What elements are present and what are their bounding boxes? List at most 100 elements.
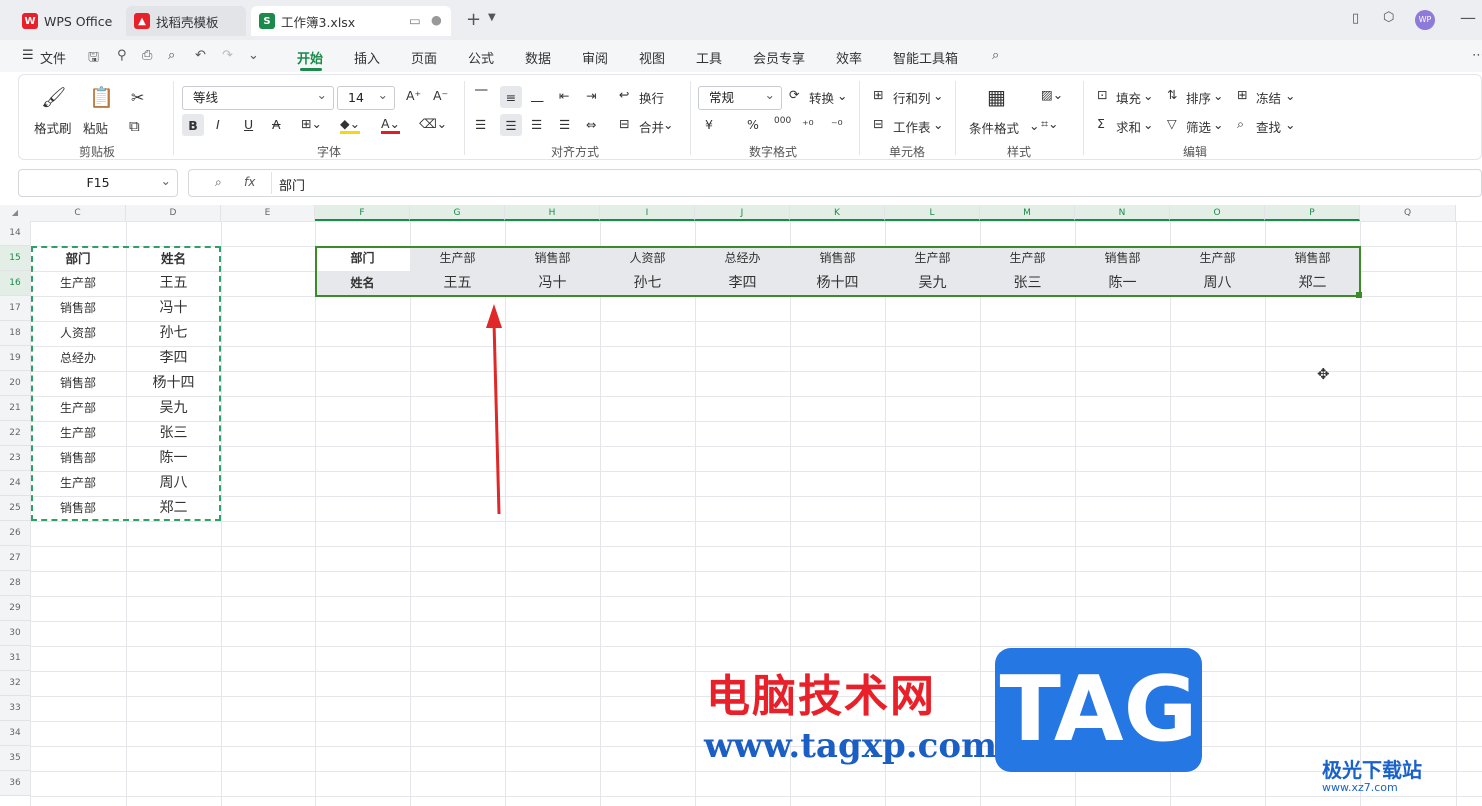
tab-wps-office[interactable]: W WPS Office bbox=[14, 6, 120, 36]
chevron-down-icon[interactable]: ⌄ bbox=[837, 88, 847, 103]
tab-workbook[interactable]: S 工作簿3.xlsx ▭ ● bbox=[251, 6, 451, 36]
column-header-q[interactable]: Q bbox=[1360, 205, 1456, 221]
column-header-e[interactable]: E bbox=[221, 205, 315, 221]
row-header-19[interactable]: 19 bbox=[0, 346, 30, 371]
row-header-20[interactable]: 20 bbox=[0, 371, 30, 396]
more-chevron-icon[interactable]: ⌄ bbox=[248, 48, 259, 63]
menu-home[interactable]: 开始 bbox=[297, 48, 323, 67]
font-color-icon[interactable]: A⌄ bbox=[381, 116, 401, 134]
row-header-31[interactable]: 31 bbox=[0, 646, 30, 671]
table-style-icon[interactable]: ⌗⌄ bbox=[1041, 116, 1059, 132]
cube-icon[interactable]: ⬡ bbox=[1383, 10, 1394, 25]
row-header-28[interactable]: 28 bbox=[0, 571, 30, 596]
conditional-format-button[interactable]: 条件格式 bbox=[969, 118, 1019, 137]
rows-cols-icon[interactable]: ⊞ bbox=[873, 87, 883, 102]
filter-button[interactable]: 筛选 bbox=[1186, 117, 1211, 136]
format-painter-button[interactable]: 格式刷 bbox=[34, 118, 72, 137]
tab-docer[interactable]: ▲ 找稻壳模板 bbox=[126, 6, 246, 36]
row-header-18[interactable]: 18 bbox=[0, 321, 30, 346]
convert-button[interactable]: 转换 bbox=[809, 88, 834, 107]
thousands-button[interactable]: 000 bbox=[774, 116, 791, 126]
chevron-down-icon[interactable]: ⌄ bbox=[1213, 117, 1223, 132]
column-header-f[interactable]: F bbox=[315, 205, 410, 221]
file-menu-icon[interactable]: ☰ bbox=[22, 48, 34, 63]
column-header-o[interactable]: O bbox=[1170, 205, 1265, 221]
rows-cols-button[interactable]: 行和列 bbox=[893, 88, 931, 107]
freeze-icon[interactable]: ⊞ bbox=[1237, 87, 1247, 102]
align-top-icon[interactable]: ⎺ bbox=[475, 88, 488, 104]
column-header-p[interactable]: P bbox=[1265, 205, 1360, 221]
row-header-30[interactable]: 30 bbox=[0, 621, 30, 646]
row-header-15[interactable]: 15 bbox=[0, 246, 30, 271]
clear-format-icon[interactable]: ⌫⌄ bbox=[419, 116, 447, 131]
sort-button[interactable]: 排序 bbox=[1186, 88, 1211, 107]
italic-icon[interactable]: I bbox=[216, 117, 220, 132]
more-icon[interactable]: ⋯ bbox=[1472, 48, 1482, 63]
menu-file[interactable]: 文件 bbox=[40, 48, 66, 67]
chevron-down-icon[interactable]: ⌄ bbox=[1143, 88, 1153, 103]
fx-icon[interactable]: fx bbox=[244, 175, 255, 189]
format-painter-icon[interactable]: 🖌 bbox=[41, 85, 66, 109]
menu-view[interactable]: 视图 bbox=[639, 48, 665, 67]
zoom-icon[interactable]: ⌕ bbox=[215, 175, 222, 190]
chevron-down-icon[interactable]: ⌄ bbox=[663, 117, 673, 132]
menu-member[interactable]: 会员专享 bbox=[753, 48, 805, 67]
name-box[interactable]: F15 ⌄ bbox=[18, 169, 178, 197]
row-header-14[interactable]: 14 bbox=[0, 221, 30, 246]
chevron-down-icon[interactable]: ▼ bbox=[488, 12, 496, 23]
row-header-25[interactable]: 25 bbox=[0, 496, 30, 521]
align-right-icon[interactable]: ☰ bbox=[531, 117, 542, 132]
undo-icon[interactable]: ↶ bbox=[195, 48, 206, 63]
preview-icon[interactable]: ⌕ bbox=[168, 48, 175, 63]
justify-icon[interactable]: ☰ bbox=[559, 117, 570, 132]
row-header-23[interactable]: 23 bbox=[0, 446, 30, 471]
align-middle-icon[interactable]: ≡ bbox=[500, 86, 522, 108]
currency-button[interactable]: ¥ bbox=[705, 117, 713, 132]
sort-icon[interactable]: ⇅ bbox=[1167, 87, 1177, 102]
increase-font-icon[interactable]: A⁺ bbox=[406, 88, 421, 103]
find-icon[interactable]: ⌕ bbox=[1237, 116, 1244, 132]
sheet-button[interactable]: 工作表 bbox=[893, 117, 931, 136]
convert-icon[interactable]: ⟳ bbox=[789, 87, 799, 102]
column-header-c[interactable]: C bbox=[30, 205, 126, 221]
menu-formula[interactable]: 公式 bbox=[468, 48, 494, 67]
wrap-button[interactable]: 换行 bbox=[639, 88, 664, 107]
wrap-icon[interactable]: ↩ bbox=[619, 87, 629, 102]
menu-data[interactable]: 数据 bbox=[525, 48, 551, 67]
row-header-24[interactable]: 24 bbox=[0, 471, 30, 496]
chevron-down-icon[interactable]: ⌄ bbox=[1029, 118, 1039, 133]
underline-icon[interactable]: U bbox=[244, 117, 253, 132]
minimize-icon[interactable]: — bbox=[1460, 8, 1476, 27]
column-header-k[interactable]: K bbox=[790, 205, 885, 221]
row-header-34[interactable]: 34 bbox=[0, 721, 30, 746]
chevron-down-icon[interactable]: ⌄ bbox=[1143, 117, 1153, 132]
indent-increase-icon[interactable]: ⇥ bbox=[586, 88, 596, 103]
column-header-j[interactable]: J bbox=[695, 205, 790, 221]
chevron-down-icon[interactable]: ⌄ bbox=[933, 117, 943, 132]
align-bottom-icon[interactable]: ⎽ bbox=[531, 88, 544, 104]
cell-style-icon[interactable]: ▨⌄ bbox=[1041, 87, 1063, 102]
column-header-i[interactable]: I bbox=[600, 205, 695, 221]
menu-tools[interactable]: 工具 bbox=[696, 48, 722, 67]
column-header-d[interactable]: D bbox=[126, 205, 221, 221]
row-header-35[interactable]: 35 bbox=[0, 746, 30, 771]
print-icon[interactable]: ⎙ bbox=[142, 48, 152, 63]
link-icon[interactable]: ⚲ bbox=[117, 48, 127, 63]
font-name-select[interactable]: 等线 bbox=[182, 84, 334, 110]
formula-input[interactable]: ⌕ fx 部门 bbox=[188, 169, 1482, 197]
copy-icon[interactable]: ⧉ bbox=[129, 117, 140, 135]
new-tab-button[interactable]: + bbox=[466, 9, 481, 30]
sum-icon[interactable]: Σ bbox=[1097, 116, 1105, 131]
menu-review[interactable]: 审阅 bbox=[582, 48, 608, 67]
decimal-decrease-icon[interactable]: ⁻⁰ bbox=[831, 117, 843, 132]
font-size-select[interactable]: 14 bbox=[337, 84, 395, 110]
paste-button[interactable]: 粘贴 bbox=[83, 118, 108, 137]
paste-icon[interactable]: 📋 bbox=[89, 85, 114, 109]
column-header-h[interactable]: H bbox=[505, 205, 600, 221]
row-header-36[interactable]: 36 bbox=[0, 771, 30, 796]
number-format-select[interactable]: 常规 bbox=[698, 84, 782, 110]
distributed-icon[interactable]: ⇔ bbox=[586, 117, 596, 132]
find-button[interactable]: 查找 bbox=[1256, 117, 1281, 136]
row-header-29[interactable]: 29 bbox=[0, 596, 30, 621]
row-header-16[interactable]: 16 bbox=[0, 271, 30, 296]
